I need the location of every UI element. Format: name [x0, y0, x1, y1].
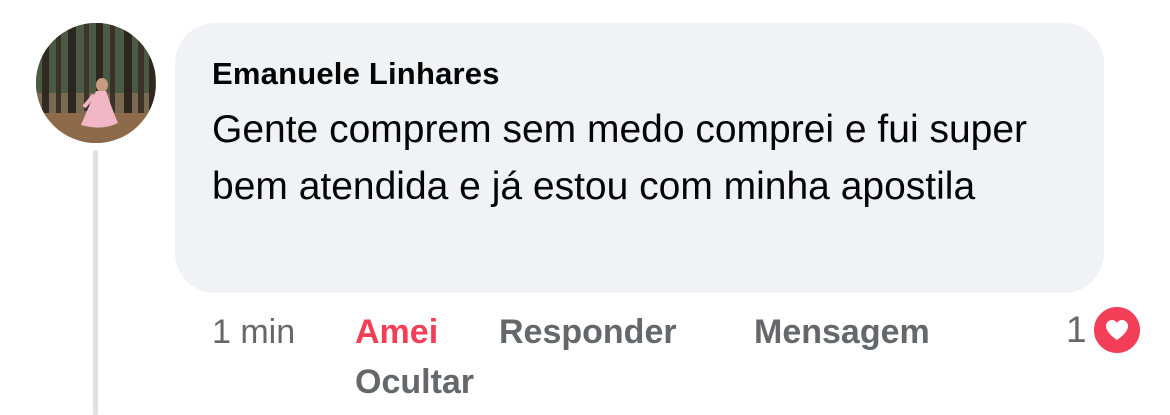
hide-button[interactable]: Ocultar: [355, 362, 474, 402]
avatar-photo: [36, 23, 156, 143]
comment-author[interactable]: Emanuele Linhares: [212, 56, 500, 92]
love-reaction-button[interactable]: Amei: [355, 312, 438, 352]
avatar[interactable]: [36, 23, 156, 143]
heart-icon: [1090, 304, 1143, 356]
comment-timestamp[interactable]: 1 min: [212, 312, 295, 352]
thread-connector-line: [93, 150, 98, 415]
comment-text: Gente comprem sem medo comprei e fui sup…: [212, 108, 1028, 208]
reply-button[interactable]: Responder: [499, 312, 677, 352]
comment-thread: Emanuele Linhares Gente comprem sem medo…: [0, 0, 1170, 415]
comment-bubble: Emanuele Linhares Gente comprem sem medo…: [175, 23, 1104, 293]
message-button[interactable]: Mensagem: [754, 312, 930, 352]
reaction-count: 1: [1066, 309, 1087, 350]
reaction-summary[interactable]: 1: [1066, 304, 1143, 356]
